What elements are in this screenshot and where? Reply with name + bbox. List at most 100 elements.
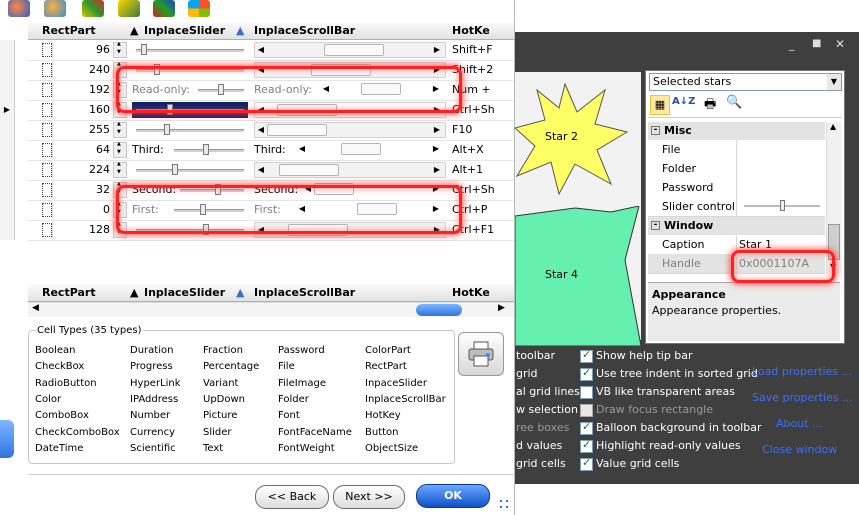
preview-icon[interactable]: 🔍: [726, 95, 742, 110]
cell-type-item[interactable]: Button: [365, 427, 399, 438]
hotkey-value[interactable]: Shift+F: [452, 43, 512, 56]
hotkey-value[interactable]: Alt+1: [452, 163, 512, 176]
slider-thumb[interactable]: [202, 144, 209, 155]
slider-thumb[interactable]: [780, 200, 785, 211]
cell-type-item[interactable]: Scientific: [130, 443, 176, 454]
row-indicator[interactable]: [0, 160, 15, 180]
next-button[interactable]: Next >>: [333, 485, 405, 509]
slider-control[interactable]: [744, 200, 820, 211]
row-indicator[interactable]: ▶: [0, 100, 15, 120]
option-checkbox[interactable]: [580, 404, 593, 417]
option-label-partial[interactable]: d values: [516, 439, 562, 452]
option-checkbox[interactable]: [580, 420, 593, 435]
option-label-partial[interactable]: w selection: [516, 403, 578, 416]
cell-type-item[interactable]: InpaceSlider: [365, 378, 427, 389]
inplace-slider[interactable]: [132, 42, 248, 58]
option-label-partial[interactable]: ree boxes: [516, 421, 569, 434]
cell-type-item[interactable]: FontWeight: [278, 443, 335, 454]
collapse-icon[interactable]: -: [651, 221, 660, 230]
slider-track[interactable]: [136, 129, 244, 132]
slider-track[interactable]: [136, 169, 244, 172]
category-misc[interactable]: - Misc: [648, 122, 825, 140]
rectpart-value[interactable]: 32: [52, 183, 110, 196]
scroll-thumb[interactable]: [416, 304, 462, 316]
option-checkbox[interactable]: [580, 386, 593, 399]
cell-type-item[interactable]: Fraction: [203, 345, 243, 356]
cell-type-item[interactable]: Picture: [203, 410, 237, 421]
property-row[interactable]: File: [648, 140, 825, 160]
scroll-right-icon[interactable]: ▶: [430, 142, 442, 156]
row-indicator[interactable]: [0, 180, 15, 200]
option-label[interactable]: Highlight read-only values: [596, 439, 741, 452]
stars-8-icon[interactable]: [8, 0, 30, 17]
cell-type-item[interactable]: RectPart: [365, 361, 407, 372]
grid-color-icon[interactable]: [82, 0, 104, 17]
scroll-thumb[interactable]: [340, 143, 381, 155]
rectpart-value[interactable]: 224: [52, 163, 110, 176]
cell-type-item[interactable]: Boolean: [35, 345, 76, 356]
scroll-thumb[interactable]: [279, 164, 340, 176]
rectpart-value[interactable]: 96: [52, 43, 110, 56]
scroll-right-icon[interactable]: ▶: [431, 163, 443, 177]
option-label-partial[interactable]: grid cells: [516, 457, 566, 470]
cell-type-item[interactable]: Folder: [278, 394, 309, 405]
header-inplace-slider[interactable]: InplaceSlider: [144, 284, 225, 301]
scroll-right-icon[interactable]: ▶: [431, 123, 443, 137]
cell-type-item[interactable]: Percentage: [203, 361, 259, 372]
rectpart-value[interactable]: 64: [52, 143, 110, 156]
updown-spinner[interactable]: [113, 161, 127, 178]
window-maximize-button[interactable]: ■: [812, 38, 821, 49]
hotkey-value[interactable]: Alt+X: [452, 143, 512, 156]
inplace-scrollbar[interactable]: Third: ◀ ▶: [254, 142, 446, 158]
inplace-scrollbar[interactable]: ◀ ▶: [254, 42, 446, 58]
option-checkbox[interactable]: [580, 456, 593, 471]
scroll-right-icon[interactable]: ▶: [498, 303, 505, 313]
updown-spinner[interactable]: [113, 141, 127, 158]
scroll-up-icon[interactable]: ▲: [830, 122, 836, 131]
table-row[interactable]: 96 ◀▶ Shift+F: [0, 40, 514, 61]
scroll-thumb[interactable]: [324, 44, 385, 56]
property-row[interactable]: Folder: [648, 159, 825, 179]
scroll-left-icon[interactable]: ◀: [255, 163, 267, 177]
cell-type-item[interactable]: HotKey: [365, 410, 401, 421]
cell-type-item[interactable]: Font: [278, 410, 300, 421]
row-indicator[interactable]: [0, 80, 15, 100]
cell-type-item[interactable]: FileImage: [278, 378, 326, 389]
windows-logo-icon[interactable]: [188, 0, 210, 17]
inplace-scrollbar[interactable]: ◀ ▶: [254, 162, 446, 178]
cell-type-item[interactable]: RadioButton: [35, 378, 97, 389]
inplace-scrollbar[interactable]: ◀ ▶: [254, 122, 446, 138]
cell-type-item[interactable]: Text: [203, 443, 223, 454]
inplace-slider[interactable]: [132, 162, 248, 178]
star-canvas[interactable]: Star 2 Star 4: [515, 72, 641, 346]
cell-type-item[interactable]: HyperLink: [130, 378, 181, 389]
slider-track[interactable]: [174, 149, 244, 152]
header-inplace-scrollbar[interactable]: InplaceScrollBar: [254, 284, 355, 301]
inplace-slider[interactable]: Third:: [132, 142, 248, 158]
category-window[interactable]: - Window: [648, 217, 825, 235]
row-indicator[interactable]: [0, 220, 15, 240]
row-indicator[interactable]: [0, 200, 15, 220]
scroll-left-icon[interactable]: ◀: [296, 142, 308, 156]
rectpart-value[interactable]: 255: [52, 123, 110, 136]
option-checkbox[interactable]: [580, 366, 593, 381]
object-selector-combo[interactable]: Selected stars ▼: [649, 73, 842, 91]
cell-type-item[interactable]: CheckComboBox: [35, 427, 120, 438]
cell-type-item[interactable]: InplaceScrollBar: [365, 394, 446, 405]
cell-type-item[interactable]: Color: [35, 394, 61, 405]
print-preview-button[interactable]: [458, 332, 504, 376]
rectpart-value[interactable]: 240: [52, 63, 110, 76]
close-window-link[interactable]: Close window: [762, 443, 837, 456]
header-inplace-slider[interactable]: InplaceSlider: [144, 22, 225, 39]
scroll-thumb[interactable]: [267, 124, 327, 136]
cell-type-item[interactable]: Number: [130, 410, 170, 421]
load-properties-link[interactable]: Load properties ...: [752, 365, 852, 378]
header-inplace-scrollbar[interactable]: InplaceScrollBar: [254, 22, 355, 39]
cell-type-item[interactable]: IPAddress: [130, 394, 178, 405]
slider-track[interactable]: [136, 49, 244, 52]
cell-type-item[interactable]: File: [278, 361, 295, 372]
stars-5-icon[interactable]: [44, 0, 66, 17]
back-button[interactable]: << Back: [255, 485, 329, 509]
option-label[interactable]: Value grid cells: [596, 457, 679, 470]
scroll-right-icon[interactable]: ▶: [431, 43, 443, 57]
